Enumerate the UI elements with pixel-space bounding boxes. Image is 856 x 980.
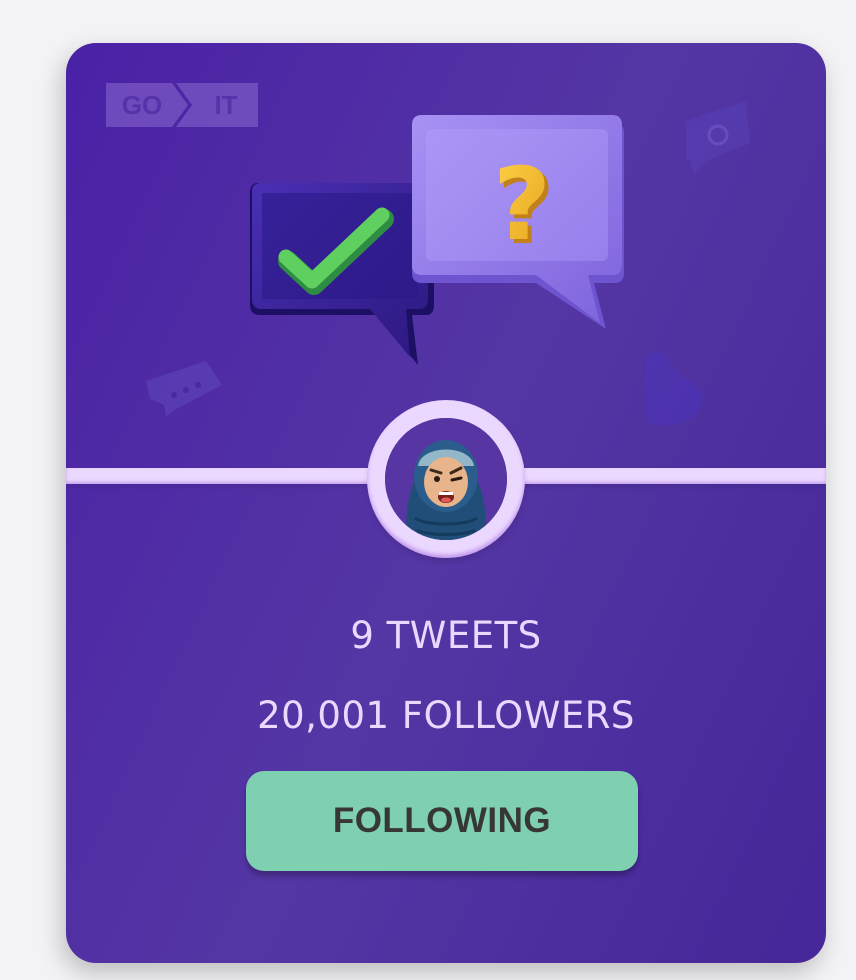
following-button[interactable]: FOLLOWING bbox=[246, 771, 638, 871]
tweets-count: 9 TWEETS bbox=[350, 614, 542, 657]
floating-heart-icon bbox=[646, 351, 703, 425]
avatar bbox=[385, 418, 507, 540]
question-bubble-icon: ? ? bbox=[412, 115, 624, 329]
svg-text:?: ? bbox=[493, 146, 551, 263]
avatar-frame bbox=[367, 400, 525, 558]
avatar-icon bbox=[385, 418, 507, 540]
tweet-user-card: GO IT ? ? 9 TWEETS 20,001 FOLLOWERS FOLL… bbox=[66, 43, 826, 963]
floating-dots-bubble-icon bbox=[146, 361, 222, 417]
floating-chat-icon bbox=[686, 101, 750, 175]
checkmark-bubble-icon bbox=[250, 183, 434, 365]
followers-count: 20,001 FOLLOWERS bbox=[257, 694, 635, 737]
